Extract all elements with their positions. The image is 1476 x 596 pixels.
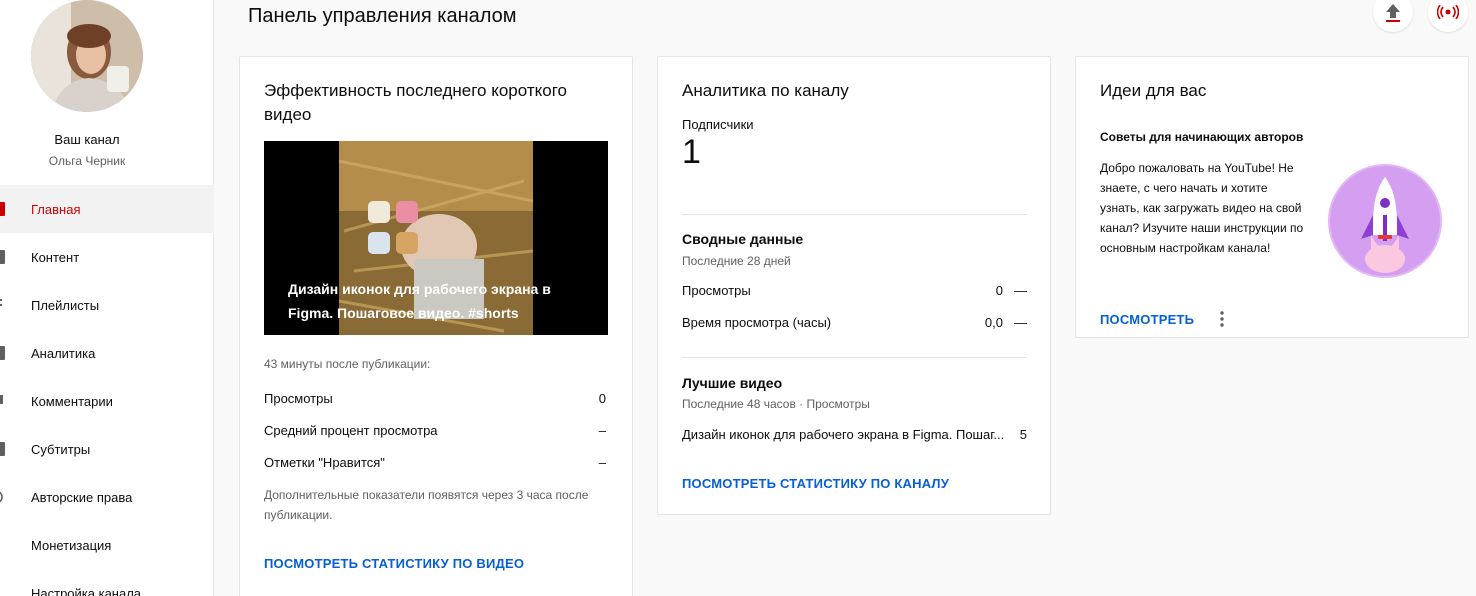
customization-icon	[0, 586, 5, 596]
content-icon	[0, 250, 5, 264]
sidebar-item-label: Главная	[31, 201, 81, 217]
top-video-views: 5	[1019, 427, 1027, 442]
summary-trend: —	[1014, 283, 1027, 298]
sidebar: Ваш канал Ольга Черник Главная Контент П…	[0, 0, 214, 596]
channel-analytics-title: Аналитика по каналу	[682, 81, 849, 100]
metric-value: 0	[598, 391, 606, 406]
metric-label: Средний процент просмотра	[264, 423, 438, 438]
rocket-icon	[1328, 164, 1442, 278]
summary-row: Просмотры 0 —	[682, 283, 1027, 298]
subscribers-label: Подписчики	[682, 117, 754, 132]
sidebar-item-comments[interactable]: Комментарии	[0, 377, 214, 425]
summary-label: Время просмотра (часы)	[682, 315, 832, 330]
summary-title: Сводные данные	[682, 231, 804, 247]
sidebar-item-label: Комментарии	[31, 393, 113, 409]
metric-label: Просмотры	[264, 391, 333, 406]
summary-label: Просмотры	[682, 283, 751, 298]
summary-value: 0,0	[984, 315, 1003, 330]
upload-button[interactable]	[1373, 0, 1413, 32]
metric-value: –	[598, 423, 606, 438]
latest-short-card: Эффективность последнего короткого видео…	[239, 56, 633, 596]
playlists-icon	[0, 299, 2, 306]
copyright-icon	[0, 491, 3, 503]
sidebar-item-label: Субтитры	[31, 441, 91, 457]
sidebar-item-copyright[interactable]: Авторские права	[0, 473, 214, 521]
sidebar-item-subtitles[interactable]: Субтитры	[0, 425, 214, 473]
metric-row: Средний процент просмотра –	[264, 423, 606, 438]
top-video-row[interactable]: Дизайн иконок для рабочего экрана в Figm…	[682, 427, 1027, 442]
divider	[682, 357, 1027, 358]
sidebar-item-label: Монетизация	[31, 537, 112, 553]
ideas-subtitle: Советы для начинающих авторов	[1100, 130, 1304, 144]
view-video-stats-link[interactable]: ПОСМОТРЕТЬ СТАТИСТИКУ ПО ВИДЕО	[264, 556, 524, 571]
top-video-title: Дизайн иконок для рабочего экрана в Figm…	[682, 427, 1005, 442]
summary-row: Время просмотра (часы) 0,0 —	[682, 315, 1027, 330]
sidebar-item-label: Контент	[31, 249, 80, 265]
sidebar-item-customization[interactable]: Настройка канала	[0, 569, 214, 596]
analytics-icon	[0, 346, 5, 360]
sidebar-item-label: Плейлисты	[31, 297, 100, 313]
subscribers-count: 1	[682, 133, 701, 171]
ideas-title: Идеи для вас	[1100, 81, 1207, 100]
metric-row: Отметки "Нравится" –	[264, 455, 606, 470]
sidebar-item-label: Авторские права	[31, 489, 133, 505]
latest-short-title: Эффективность последнего короткого видео	[264, 81, 567, 124]
dashboard-icon	[0, 202, 5, 216]
summary-value: 0	[995, 283, 1003, 298]
sidebar-item-content[interactable]: Контент	[0, 233, 214, 281]
top-videos-title: Лучшие видео	[682, 375, 783, 391]
sidebar-item-monetization[interactable]: Монетизация	[0, 521, 214, 569]
metrics-note: Дополнительные показатели появятся через…	[264, 488, 589, 522]
metric-label: Отметки "Нравится"	[264, 455, 385, 470]
sidebar-item-label: Аналитика	[31, 345, 96, 361]
go-live-button[interactable]	[1428, 0, 1468, 32]
sidebar-item-playlists[interactable]: Плейлисты	[0, 281, 214, 329]
top-videos-period: Последние 48 часов · Просмотры	[682, 397, 870, 411]
channel-label: Ваш канал	[54, 132, 120, 147]
live-icon	[1437, 5, 1459, 19]
divider	[682, 214, 1027, 215]
metric-row: Просмотры 0	[264, 391, 606, 406]
since-publish-label: 43 минуты после публикации:	[264, 357, 431, 371]
channel-avatar[interactable]	[31, 0, 143, 112]
summary-period: Последние 28 дней	[682, 254, 791, 268]
ideas-card: Идеи для вас Советы для начинающих автор…	[1075, 56, 1469, 338]
sidebar-item-label: Настройка канала	[31, 585, 142, 596]
metric-value: –	[598, 455, 606, 470]
view-ideas-link[interactable]: ПОСМОТРЕТЬ	[1100, 312, 1194, 327]
comments-icon	[0, 395, 3, 404]
sidebar-nav: Главная Контент Плейлисты Аналитика Комм…	[0, 185, 214, 596]
channel-analytics-card: Аналитика по каналу Подписчики 1 Сводные…	[657, 56, 1051, 515]
sidebar-item-dashboard[interactable]: Главная	[0, 185, 214, 233]
sidebar-item-analytics[interactable]: Аналитика	[0, 329, 214, 377]
channel-owner-name: Ольга Черник	[48, 154, 126, 168]
summary-trend: —	[1014, 315, 1027, 330]
short-thumbnail[interactable]: Дизайн иконок для рабочего экрана в Figm…	[264, 141, 608, 335]
upload-icon	[1386, 4, 1400, 22]
view-channel-stats-link[interactable]: ПОСМОТРЕТЬ СТАТИСТИКУ ПО КАНАЛУ	[682, 476, 949, 491]
page-title: Панель управления каналом	[248, 5, 517, 27]
more-vert-icon[interactable]	[1220, 311, 1224, 327]
thumbnail-caption: Дизайн иконок для рабочего экрана в Figm…	[288, 281, 551, 321]
ideas-body: Добро пожаловать на YouTube! Не знаете, …	[1100, 161, 1304, 255]
subtitles-icon	[0, 442, 5, 456]
